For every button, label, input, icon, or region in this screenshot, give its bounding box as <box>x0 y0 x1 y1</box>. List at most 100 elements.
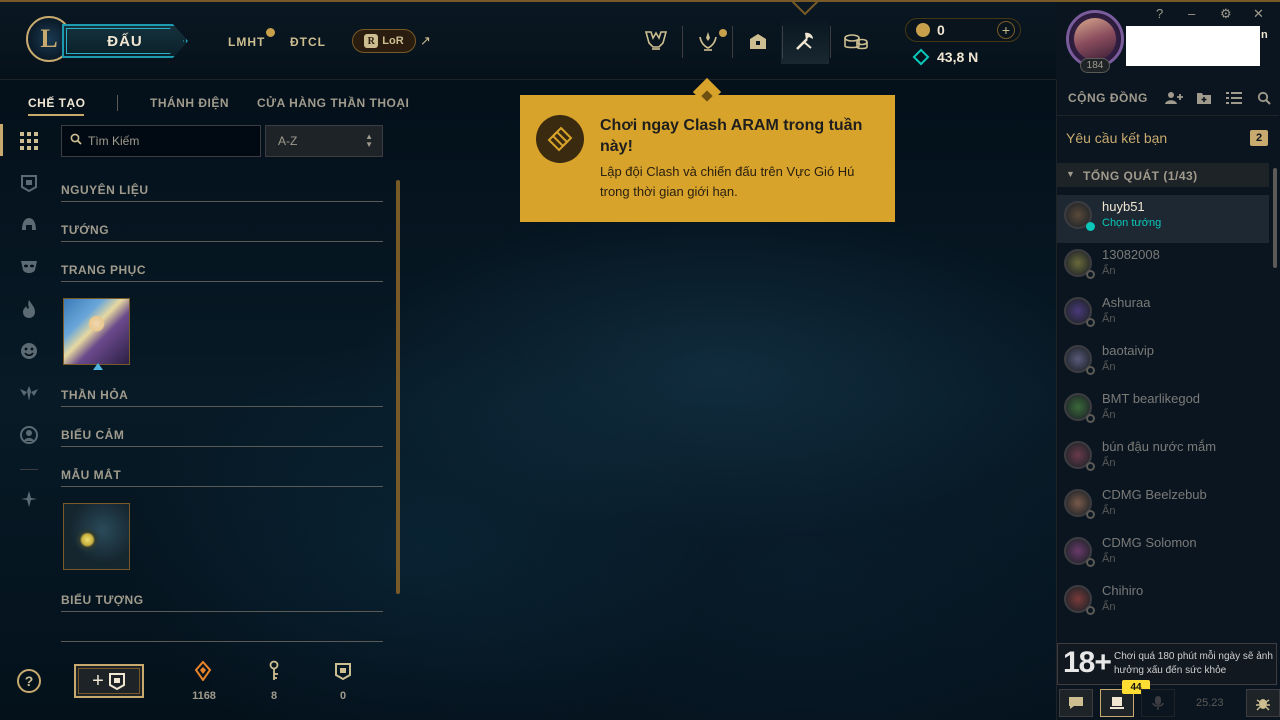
minimize-icon[interactable]: – <box>1188 6 1195 21</box>
crafting-icon[interactable] <box>781 18 829 64</box>
category-materials[interactable]: NGUYÊN LIỆU <box>61 183 149 197</box>
loot-chest-icon[interactable] <box>734 18 782 64</box>
friend-status-text: Ẩn <box>1102 361 1116 373</box>
friend-status-text: Ẩn <box>1102 505 1116 517</box>
mastery-notification-dot <box>719 29 727 37</box>
friend-name: CDMG Solomon <box>1102 535 1197 550</box>
category-companions[interactable]: THẦN HỎA <box>61 388 128 402</box>
friend-requests-badge: 2 <box>1250 130 1268 146</box>
category-champions[interactable]: TƯỚNG <box>61 223 109 237</box>
sort-arrows-icon: ▲ ▼ <box>365 132 373 149</box>
add-chest-button[interactable]: + <box>74 664 144 698</box>
bug-report-button[interactable] <box>1246 689 1280 717</box>
add-friend-icon[interactable] <box>1165 89 1183 107</box>
loot-scrollbar-thumb[interactable] <box>396 180 400 594</box>
tile-indicator-icon <box>93 363 103 370</box>
play-button[interactable]: ĐẤU <box>62 24 188 58</box>
eternals-icon[interactable] <box>18 488 40 510</box>
friend-row[interactable]: huyb51 Chọn tướng <box>1057 195 1269 243</box>
category-divider <box>61 406 383 407</box>
friend-row[interactable]: bún đậu nước mắm Ẩn <box>1057 435 1269 483</box>
skin-shard-item[interactable] <box>63 298 130 365</box>
category-skins[interactable]: TRANG PHỤC <box>61 263 146 277</box>
friend-list-scrollbar[interactable] <box>1273 168 1277 268</box>
category-divider <box>61 446 383 447</box>
category-divider <box>61 281 383 282</box>
buy-rp-button[interactable]: + <box>997 21 1015 39</box>
search-input[interactable] <box>88 132 256 150</box>
chevron-down-icon: ▼ <box>1066 169 1075 179</box>
key-icon <box>262 660 286 682</box>
game-link-lmht[interactable]: LMHT <box>228 35 265 49</box>
search-icon <box>70 133 82 148</box>
popup-body: Lập đội Clash và chiến đấu trên Vực Gió … <box>600 164 855 199</box>
game-link-dtcl[interactable]: ĐTCL <box>290 35 326 49</box>
friend-status-icon <box>1086 462 1095 471</box>
external-link-icon: ↗ <box>420 33 431 48</box>
mastery-icon[interactable] <box>684 18 732 64</box>
ward-skin-item[interactable] <box>63 503 130 570</box>
category-icons[interactable]: BIỂU TƯỢNG <box>61 593 144 607</box>
orange-essence-value: 1168 <box>192 690 216 702</box>
flame-icon[interactable] <box>18 298 40 320</box>
lor-button[interactable]: R LoR <box>352 29 416 53</box>
friend-row[interactable]: 13082008 Ẩn <box>1057 243 1269 291</box>
profile-icon[interactable] <box>18 424 40 446</box>
store-coins-icon[interactable] <box>832 18 880 64</box>
friend-status-icon <box>1086 558 1095 567</box>
category-ward-skins[interactable]: MẪU MẮT <box>61 468 121 482</box>
emote-icon[interactable] <box>18 340 40 362</box>
trophy-icon[interactable] <box>632 18 680 64</box>
friend-row[interactable]: CDMG Solomon Ẩn <box>1057 531 1269 579</box>
chest-value: 0 <box>339 690 347 702</box>
friend-status-icon <box>1086 606 1095 615</box>
settings-gear-icon[interactable]: ⚙ <box>1220 6 1232 22</box>
search-icon[interactable] <box>1255 89 1273 107</box>
category-divider <box>61 641 383 642</box>
add-button-border <box>78 668 140 694</box>
add-folder-icon[interactable] <box>1195 89 1213 107</box>
category-emotes[interactable]: BIỂU CẢM <box>61 428 124 442</box>
tab-mythic-shop[interactable]: CỬA HÀNG THẦN THOẠI <box>257 96 409 110</box>
rp-value: 0 <box>937 22 945 38</box>
friend-name: bún đậu nước mắm <box>1102 439 1217 454</box>
chest-icon[interactable] <box>18 172 40 194</box>
nav-separator <box>732 26 733 58</box>
friend-status-icon <box>1086 222 1095 231</box>
sort-select-value: A-Z <box>278 134 298 148</box>
chat-button[interactable] <box>1059 689 1093 717</box>
play-button-border <box>66 28 184 54</box>
summoner-name-redacted <box>1126 26 1260 66</box>
friend-requests-link[interactable]: Yêu cầu kết bạn <box>1066 130 1167 146</box>
avatar[interactable] <box>1074 18 1116 60</box>
friend-row[interactable]: BMT bearlikegod Ẩn <box>1057 387 1269 435</box>
friend-name: 13082008 <box>1102 247 1160 262</box>
grid-icon[interactable] <box>18 130 40 152</box>
friend-row[interactable]: baotaivip Ẩn <box>1057 339 1269 387</box>
help-icon[interactable]: ? <box>1156 6 1163 21</box>
sort-select[interactable]: A-Z ▲ ▼ <box>265 125 383 157</box>
tab-crafting[interactable]: CHẾ TẠO <box>28 96 86 110</box>
category-divider <box>61 611 383 612</box>
ward-artwork <box>64 504 129 569</box>
tab-sanctum[interactable]: THÁNH ĐIỆN <box>150 96 229 110</box>
friend-name: Chihiro <box>1102 583 1144 598</box>
friend-row[interactable]: Ashuraa Ẩn <box>1057 291 1269 339</box>
friend-row[interactable]: Chihiro Ẩn <box>1057 579 1269 627</box>
voice-button[interactable] <box>1141 689 1175 717</box>
friend-status-icon <box>1086 318 1095 327</box>
friend-status-text: Ẩn <box>1102 265 1116 277</box>
list-view-icon[interactable] <box>1225 89 1243 107</box>
lor-icon: R <box>364 34 379 48</box>
mask-icon[interactable] <box>18 256 40 278</box>
clash-ticket-icon <box>536 115 584 163</box>
sidebar-active-indicator <box>0 124 3 156</box>
age-rating: 18+ <box>1063 646 1112 679</box>
social-title: CỘNG ĐỒNG <box>1068 91 1148 105</box>
ward-icon[interactable] <box>18 382 40 404</box>
help-button[interactable]: ? <box>17 669 41 693</box>
helmet-icon[interactable] <box>18 214 40 236</box>
friend-row[interactable]: CDMG Beelzebub Ẩn <box>1057 483 1269 531</box>
close-icon[interactable]: ✕ <box>1253 6 1264 22</box>
popup-title: Chơi ngay Clash ARAM trong tuần này! <box>600 117 863 155</box>
